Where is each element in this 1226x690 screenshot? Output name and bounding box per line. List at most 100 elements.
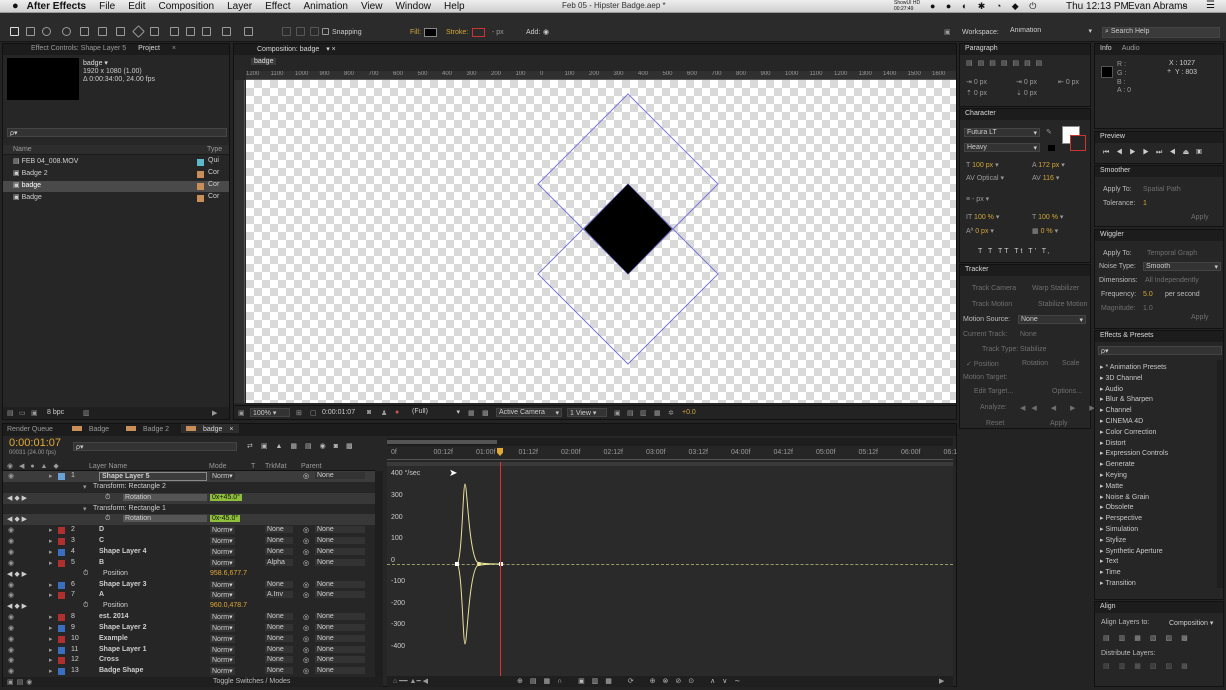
motion-source-select[interactable]: None ▾ (1018, 315, 1086, 324)
visibility-icon[interactable]: ◉ (8, 472, 14, 480)
horizontal-scale-field[interactable]: T 100 % ▾ (1032, 213, 1063, 221)
wiggler-apply-to-select[interactable]: Temporal Graph (1147, 250, 1197, 257)
col-type[interactable]: Type (207, 146, 222, 153)
label-color[interactable] (58, 527, 65, 535)
label-color[interactable] (58, 473, 65, 480)
tab-preview[interactable]: Preview (1095, 132, 1130, 140)
label-color[interactable] (58, 548, 65, 556)
visibility-icon[interactable]: ◉ (8, 559, 14, 567)
menu-window[interactable]: Window (395, 1, 431, 12)
menu-composition[interactable]: Composition (158, 1, 214, 12)
effects-category[interactable]: ▸ Color Correction (1100, 428, 1156, 436)
type-tool-icon[interactable] (150, 27, 159, 36)
apply-button[interactable]: Apply (1050, 420, 1068, 427)
blend-mode-select[interactable]: Norm▾ (210, 580, 235, 589)
tab-composition[interactable]: Composition: badge ▾ × (234, 44, 341, 53)
stroke-width-field[interactable]: ≡ - px ▾ (966, 195, 989, 203)
layer-row[interactable]: ◉ ▸ 10 Example Norm▾ None ◎ None (3, 634, 375, 645)
keyframe-nav[interactable]: ◀ ◆ ▶ (7, 494, 27, 502)
tab-tracker[interactable]: Tracker (960, 265, 993, 273)
search-help-input[interactable]: ⌕ Search Help (1102, 27, 1220, 38)
space-after[interactable]: ⇣ 0 px (1016, 89, 1037, 97)
reset-button[interactable]: Reset (986, 420, 1004, 427)
layer-row[interactable]: ◉ ▸ 5 B Norm▾ Alpha ◎ None (3, 558, 375, 569)
flowchart-icon[interactable]: ▦ (654, 409, 661, 417)
label-color[interactable] (58, 657, 65, 665)
indent-left[interactable]: ⇥ 0 px (966, 78, 987, 86)
show-snapshot-icon[interactable]: ♟ (381, 409, 387, 417)
trkmat-select[interactable]: None (265, 526, 293, 534)
hand-tool-icon[interactable] (26, 27, 35, 36)
tab-effects-presets[interactable]: Effects & Presets (1095, 331, 1159, 339)
tab-character[interactable]: Character (960, 109, 1001, 117)
selection-tool-icon[interactable] (10, 27, 19, 36)
font-size-field[interactable]: T 100 px ▾ (966, 161, 999, 169)
visibility-icon[interactable]: ◉ (8, 548, 14, 556)
parent-pick-icon[interactable]: ◎ (303, 656, 309, 664)
indent-right[interactable]: ⇤ 0 px (1058, 78, 1079, 86)
layer-row[interactable]: ◉ ▸ 12 Cross Norm▾ None ◎ None (3, 655, 375, 666)
world-axis-icon[interactable] (296, 27, 305, 36)
blend-mode-select[interactable]: Norm▾ (210, 645, 235, 654)
property-value[interactable]: 0x-45.0° (210, 515, 241, 523)
effects-category[interactable]: ▸ Blur & Sharpen (1100, 395, 1153, 403)
parent-select[interactable]: None (315, 537, 365, 545)
tracking-field[interactable]: AV 116 ▾ (1032, 174, 1059, 182)
layer-row[interactable]: ◉ ▸ 3 C Norm▾ None ◎ None (3, 536, 375, 547)
tab-wiggler[interactable]: Wiggler (1095, 230, 1129, 238)
expand-icon[interactable]: ▸ (49, 624, 53, 632)
warp-stabilizer-button[interactable]: Warp Stabilizer (1032, 285, 1079, 292)
trkmat-select[interactable]: None (265, 547, 293, 555)
graph-editor[interactable]: 400 °/sec 300 200 100 0 -100 -200 -300 -400 ➤ (387, 462, 953, 676)
tab-effect-controls[interactable]: Effect Controls: Shape Layer 5 (3, 44, 131, 52)
label-color[interactable] (58, 614, 65, 622)
effects-category[interactable]: ▸ Audio (1100, 385, 1123, 393)
label-color[interactable] (58, 668, 65, 676)
parent-select[interactable]: None (315, 547, 365, 555)
blend-mode-select[interactable]: Norm▾ (210, 623, 235, 632)
camera-select[interactable]: Active Camera ▾ (496, 408, 562, 417)
keyframe-nav[interactable]: ◀ ◆ ▶ (7, 515, 27, 523)
project-search-input[interactable]: ρ▾ (7, 128, 227, 137)
blend-mode-select[interactable]: Norm▾ (210, 558, 235, 567)
trkmat-select[interactable]: None (265, 613, 293, 621)
expand-icon[interactable]: ▸ (49, 667, 53, 675)
interpret-footage-icon[interactable]: ▤ (7, 409, 14, 417)
expand-icon[interactable]: ▸ (49, 472, 53, 480)
effects-category[interactable]: ▸ Transition (1100, 579, 1136, 587)
current-track-select[interactable]: None (1020, 331, 1037, 338)
align-buttons[interactable]: ▤▤▤▤▤▤▤ (966, 59, 1047, 67)
label-color[interactable] (58, 581, 65, 589)
layer-name[interactable]: Shape Layer 5 (99, 472, 207, 481)
visibility-icon[interactable]: ◉ (8, 667, 14, 675)
stopwatch-icon[interactable]: ⏱ (83, 570, 88, 578)
project-item[interactable]: ▤ FEB 04_008.MOV Qui (3, 157, 229, 168)
trkmat-select[interactable]: None (265, 537, 293, 545)
snapping-checkbox[interactable] (322, 28, 329, 35)
tab-project[interactable]: Project (133, 44, 165, 52)
smoother-apply-to-select[interactable]: Spatial Path (1143, 186, 1181, 193)
comp-breadcrumb[interactable]: badge (251, 58, 277, 65)
magnitude-value[interactable]: 1.0 (1143, 305, 1153, 312)
visibility-icon[interactable]: ◉ (8, 656, 14, 664)
roto-brush-tool-icon[interactable] (222, 27, 231, 36)
effects-category[interactable]: ▸ Simulation (1100, 525, 1138, 533)
layer-scrollbar[interactable] (375, 471, 383, 677)
magnification-select[interactable]: 100% ▾ (250, 408, 290, 417)
layer-row[interactable]: ◉ ▸ 9 Shape Layer 2 Norm▾ None ◎ None (3, 623, 375, 634)
parent-select[interactable]: None (315, 580, 365, 588)
menu-animation[interactable]: Animation (303, 1, 347, 12)
current-time[interactable]: 0:00:01:07 (322, 409, 355, 416)
kerning-field[interactable]: AV Optical ▾ (966, 174, 1004, 182)
delete-icon[interactable]: ▥ (83, 409, 90, 417)
project-item[interactable]: ▣ badge Cor (3, 181, 229, 192)
indent-first[interactable]: ⇥ 0 px (1016, 78, 1037, 86)
color-channel-icon[interactable]: ● (395, 409, 399, 416)
zoom-tool-icon[interactable] (42, 27, 51, 36)
layer-row[interactable]: ◉ ▸ 1 Shape Layer 5 Norm▾ ◎ None (3, 471, 375, 482)
brush-tool-icon[interactable] (170, 27, 179, 36)
tab-align[interactable]: Align (1095, 602, 1121, 610)
timeline-search-input[interactable]: ρ▾ (73, 442, 237, 451)
apple-icon[interactable]: ● (12, 0, 19, 12)
align-to-select[interactable]: Composition ▾ (1169, 619, 1213, 627)
